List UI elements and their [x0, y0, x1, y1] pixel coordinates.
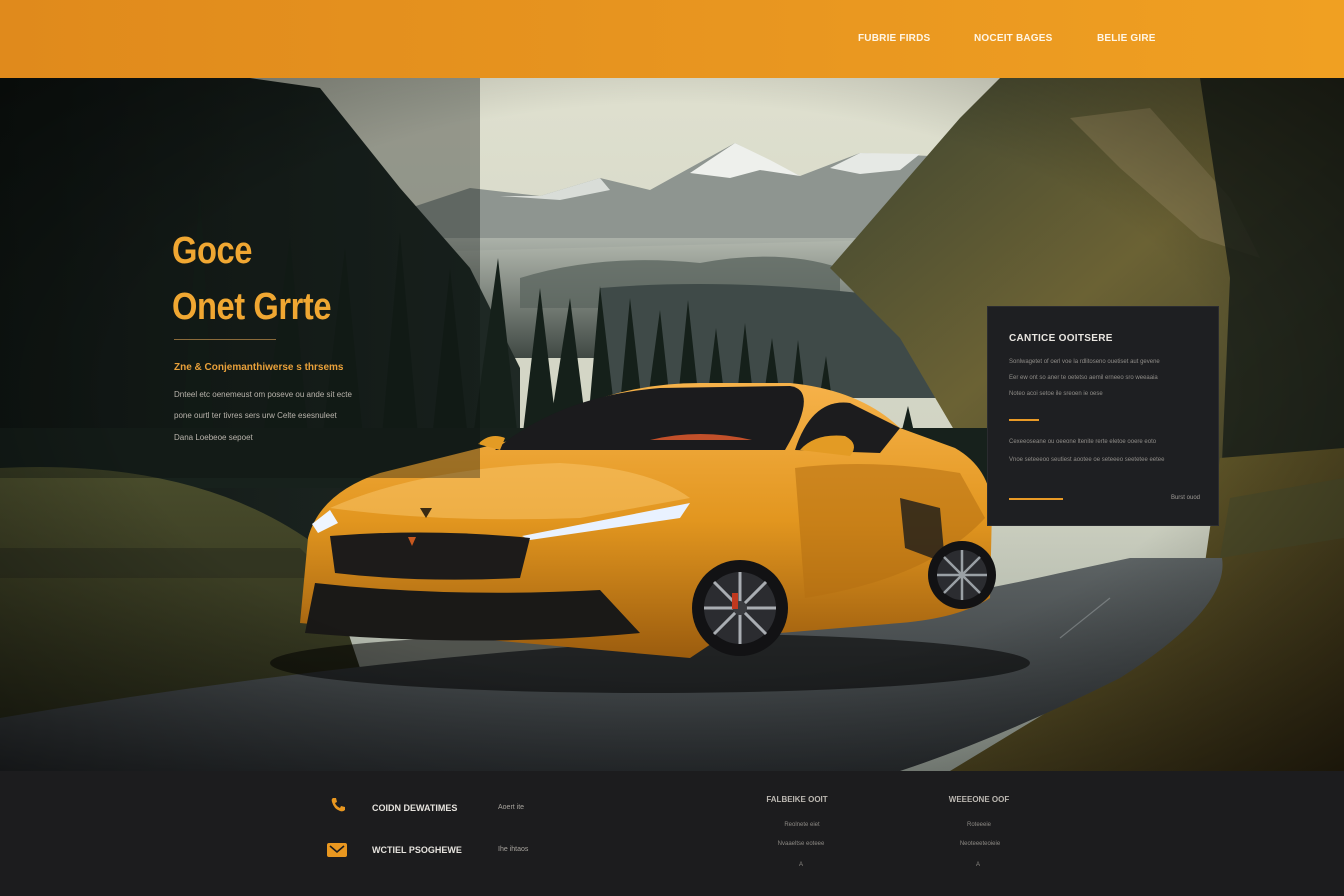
footer-link[interactable]: Neoteeeteoieie — [960, 841, 1000, 847]
panel-text-line: Cexeeoseane ou oeeone ltenite rerte elet… — [1009, 439, 1157, 445]
footer-link[interactable]: Roteeeie — [967, 822, 991, 828]
footer-link[interactable]: Nvaaeltse eoteee — [778, 841, 825, 847]
footer-link[interactable]: A — [976, 862, 980, 868]
panel-accent-bar — [1009, 419, 1039, 421]
main-nav: FUBRIE FIRDS NOCEIT BAGES BELIE GIRE — [0, 33, 1344, 47]
panel-accent-bar — [1009, 498, 1063, 500]
contact-label: WCTIEL PSOGHEWE — [372, 845, 462, 855]
hero-subtitle: Zne & Conjemanthiwerse s thrsems — [174, 362, 344, 373]
mail-icon — [326, 842, 348, 858]
hero-body-line: Dnteel etc oenemeust om poseve ou ande s… — [174, 390, 352, 399]
panel-text-line: Sonlwagetet of oerl voe la rdlitoseno ou… — [1009, 359, 1160, 365]
hero-body-line: Dana Loebeoe sepoet — [174, 433, 253, 442]
footer-column-heading: FALBEIKE OOIT — [766, 795, 828, 804]
hero-title-line-1: Goce — [172, 230, 253, 272]
contact-value[interactable]: Ihe ihtaos — [498, 846, 528, 853]
panel-title: CANTICE OOITSERE — [1009, 333, 1113, 344]
contact-value[interactable]: Aoert ite — [498, 804, 524, 811]
nav-link-2[interactable]: NOCEIT BAGES — [974, 33, 1053, 44]
panel-text-line: Eer ew ont so aner te oetetso aemil erne… — [1009, 375, 1158, 381]
info-panel: CANTICE OOITSERE Sonlwagetet of oerl voe… — [987, 306, 1219, 526]
footer-column-heading: WEEEONE OOF — [948, 795, 1010, 804]
phone-icon — [327, 797, 349, 813]
hero-divider — [174, 339, 276, 340]
contact-label: COIDN DEWATIMES — [372, 803, 458, 813]
hero-title-line-2: Onet Grrte — [172, 286, 332, 328]
hero-body-line: pone ourtl ter tivres sers urw Celte ese… — [174, 411, 337, 420]
nav-link-1[interactable]: FUBRIE FIRDS — [858, 33, 930, 44]
panel-link[interactable]: Burst ouod — [1171, 495, 1200, 501]
footer-link[interactable]: A — [799, 862, 803, 868]
panel-text-line: Noteo acoi setoe ile sreoen ie oese — [1009, 391, 1103, 397]
footer-link[interactable]: Reolnete eiet — [784, 822, 819, 828]
site-footer: COIDN DEWATIMES Aoert ite WCTIEL PSOGHEW… — [0, 771, 1344, 896]
nav-link-3[interactable]: BELIE GIRE — [1097, 33, 1156, 44]
site-header: FUBRIE FIRDS NOCEIT BAGES BELIE GIRE — [0, 0, 1344, 78]
panel-text-line: Vnoe seteeeoo seutiest aootee oe seteeeo… — [1009, 457, 1165, 463]
hero-section: Goce Onet Grrte Zne & Conjemanthiwerse s… — [0, 78, 1344, 771]
